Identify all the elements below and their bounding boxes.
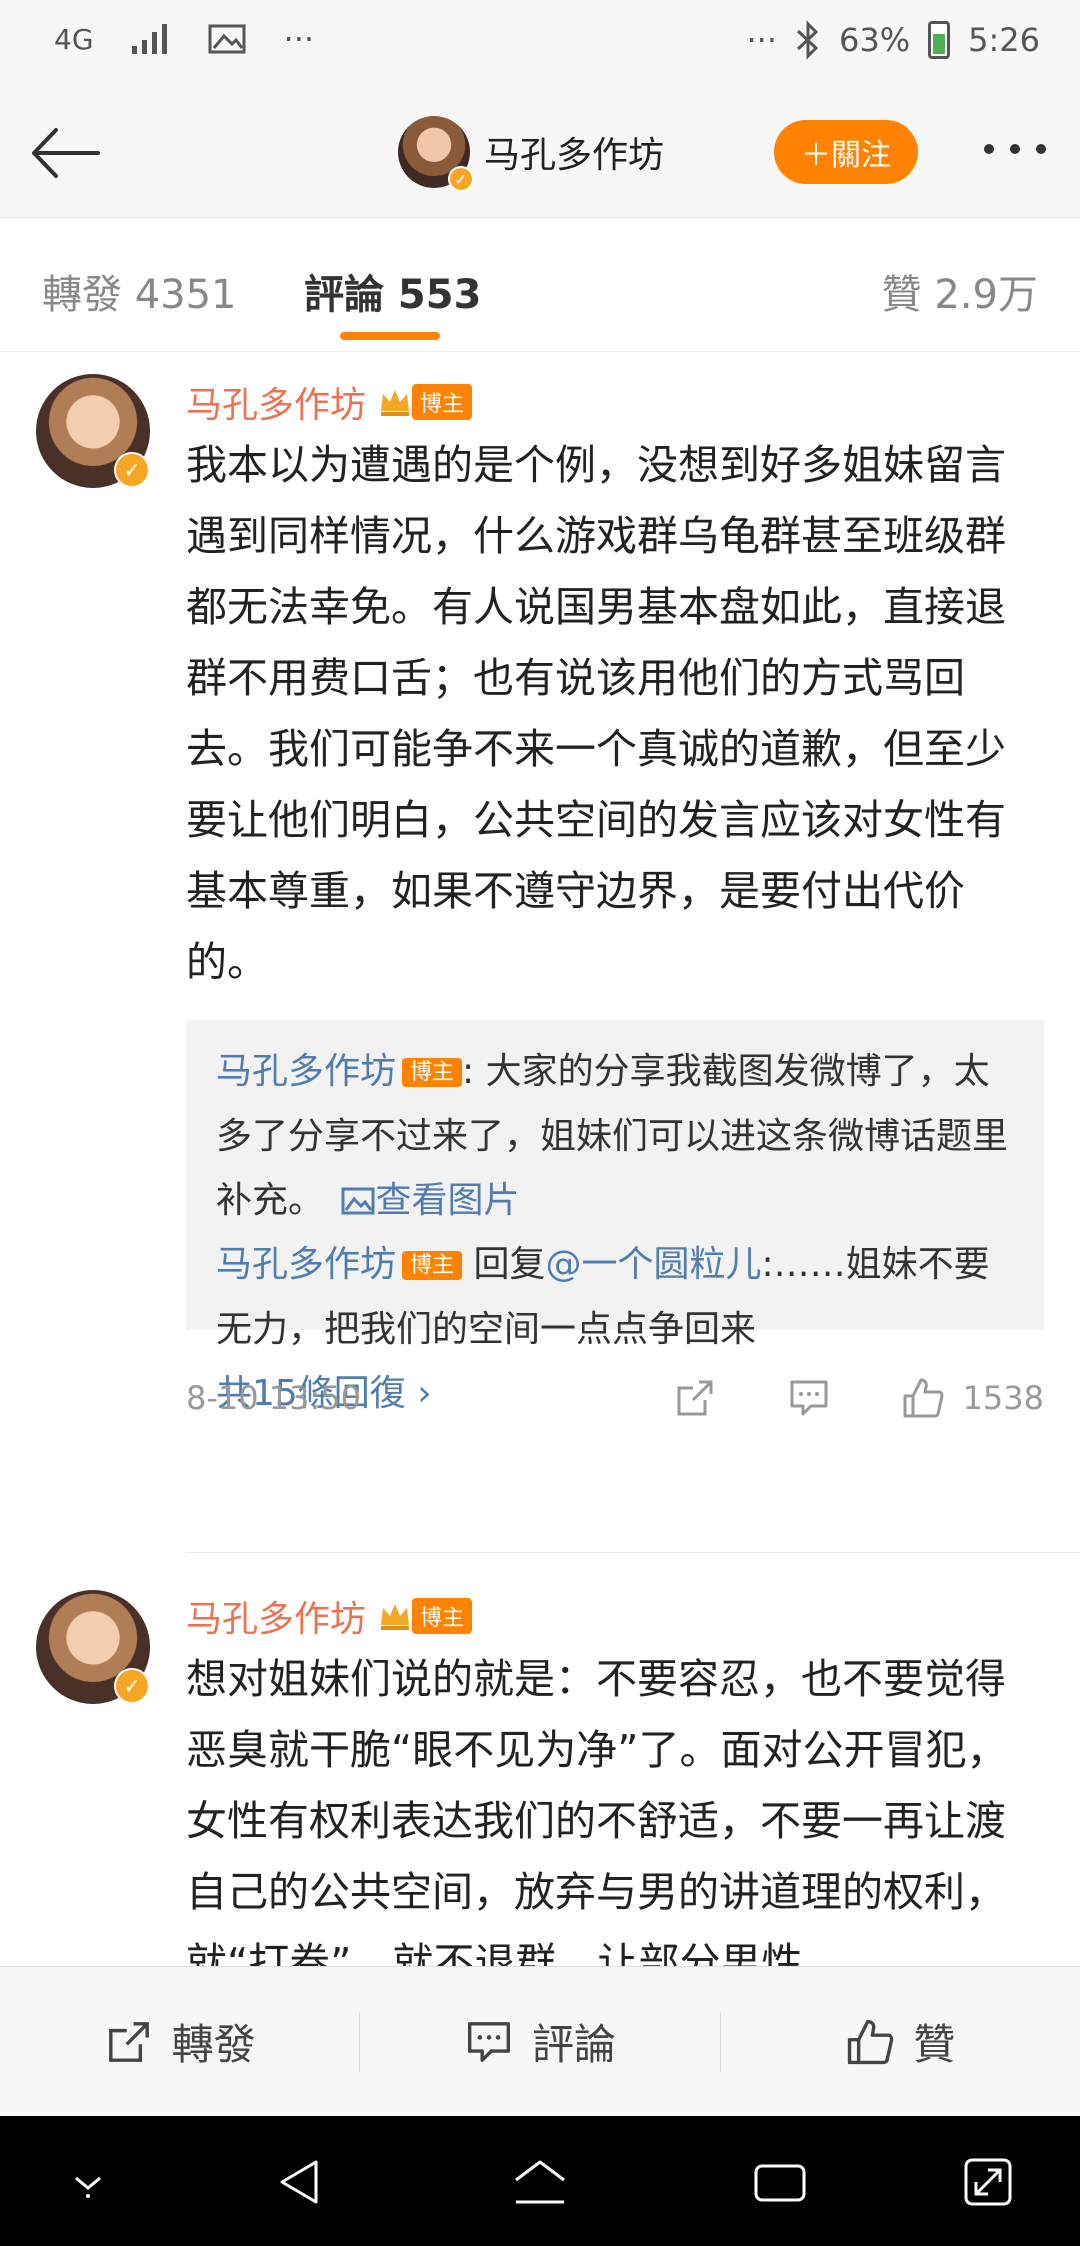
- clock: 5:26: [968, 21, 1040, 59]
- comment-button[interactable]: 評論: [360, 2011, 719, 2072]
- divider: [186, 1552, 1080, 1553]
- battery-percent: 63%: [839, 21, 911, 59]
- like-count: 1538: [962, 1379, 1044, 1417]
- top-nav: ✓ 马孔多作坊 ＋關注: [0, 92, 1080, 218]
- back-icon[interactable]: [276, 2156, 324, 2208]
- comment-item: ✓ 马孔多作坊 博主 想对姐妹们说的就是：不要容忍，也不要觉得恶臭就干脆“眼不见…: [0, 1554, 1080, 1966]
- avatar[interactable]: ✓: [398, 116, 474, 192]
- blogger-badge: 博主: [412, 384, 473, 420]
- share-icon[interactable]: [673, 1376, 717, 1420]
- blogger-badge: 博主: [412, 1598, 473, 1634]
- comment-text: 想对姐妹们说的就是：不要容忍，也不要觉得恶臭就干脆“眼不见为净”了。面对公开冒犯…: [186, 1655, 1008, 1966]
- image-icon: [208, 24, 246, 54]
- tab-likes[interactable]: 贊 2.9万: [882, 262, 1038, 320]
- follow-button[interactable]: ＋關注: [774, 120, 918, 184]
- network-indicator: 4G: [54, 22, 94, 56]
- tab-bar: 轉發 4351 評論 553 贊 2.9万: [0, 218, 1080, 352]
- back-arrow-icon[interactable]: [26, 118, 106, 188]
- view-image-link[interactable]: 查看图片: [375, 1180, 519, 1221]
- comment-author[interactable]: 马孔多作坊: [186, 1590, 366, 1642]
- avatar[interactable]: ✓: [36, 374, 150, 488]
- more-menu-icon[interactable]: [984, 144, 1046, 154]
- comment-icon[interactable]: [787, 1376, 831, 1420]
- chevron-down-icon[interactable]: [64, 2156, 112, 2204]
- image-icon[interactable]: [341, 1186, 375, 1216]
- reply-box[interactable]: 马孔多作坊 博主: 大家的分享我截图发微博了，太多了分享不过来了，姐妹们可以进这条…: [186, 1020, 1044, 1414]
- reply-author[interactable]: 马孔多作坊: [216, 1244, 396, 1285]
- share-icon: [108, 2021, 149, 2062]
- battery-icon: [928, 21, 951, 59]
- like-icon: [848, 2019, 894, 2064]
- crown-icon: [381, 1604, 410, 1630]
- repost-label: 轉發: [171, 2020, 256, 2069]
- comment-icon: [467, 2021, 511, 2062]
- crown-icon: [381, 390, 410, 416]
- comment-author[interactable]: 马孔多作坊: [186, 376, 366, 428]
- comment-text: 我本以为遭遇的是个例，没想到好多姐妹留言遇到同样情况，什么游戏群乌龟群甚至班级群…: [186, 441, 1006, 986]
- verified-icon: ✓: [448, 166, 474, 192]
- bottom-action-bar: 轉發 評論 贊: [0, 1966, 1080, 2116]
- blogger-badge: 博主: [402, 1251, 463, 1280]
- reply-prefix: 回复: [473, 1244, 546, 1285]
- more-notifications: ···: [283, 20, 315, 58]
- reply-item: 马孔多作坊 博主: 大家的分享我截图发微博了，太多了分享不过来了，姐妹们可以进这条…: [216, 1040, 1014, 1233]
- reply-item: 马孔多作坊 博主 回复@一个圆粒儿:……姐妹不要无力，把我们的空间一点点争回来: [216, 1233, 1014, 1362]
- reply-author[interactable]: 马孔多作坊: [216, 1051, 396, 1092]
- blogger-badge: 博主: [402, 1058, 463, 1087]
- signal-icon: [131, 24, 167, 54]
- expand-icon[interactable]: [962, 2156, 1014, 2208]
- comment-label: 評論: [531, 2020, 616, 2069]
- verified-icon: ✓: [114, 1668, 150, 1704]
- comment-time: 8-10 13:50: [186, 1379, 362, 1417]
- like-button[interactable]: 贊: [721, 2011, 1080, 2072]
- like-icon[interactable]: [901, 1376, 945, 1420]
- recents-icon[interactable]: [752, 2156, 808, 2208]
- repost-button[interactable]: 轉發: [0, 2011, 359, 2072]
- like-label: 贊: [913, 2020, 956, 2069]
- tab-reposts[interactable]: 轉發 4351: [42, 262, 237, 320]
- avatar[interactable]: ✓: [36, 1590, 150, 1704]
- mention-link[interactable]: @一个圆粒儿: [546, 1244, 762, 1285]
- home-icon[interactable]: [510, 2156, 570, 2208]
- tab-comments[interactable]: 評論 553: [304, 262, 481, 320]
- user-header[interactable]: ✓ 马孔多作坊: [398, 116, 665, 192]
- page-title: 马孔多作坊: [484, 135, 665, 176]
- active-tab-indicator: [340, 332, 440, 340]
- bluetooth-icon: [796, 20, 819, 60]
- verified-icon: ✓: [114, 452, 150, 488]
- system-nav-bar: [0, 2116, 1080, 2246]
- comment-meta: 8-10 13:50 1538: [186, 1368, 1044, 1428]
- status-dots: ···: [746, 21, 778, 59]
- status-bar: 4G ··· ··· 63% 5:26: [0, 0, 1080, 92]
